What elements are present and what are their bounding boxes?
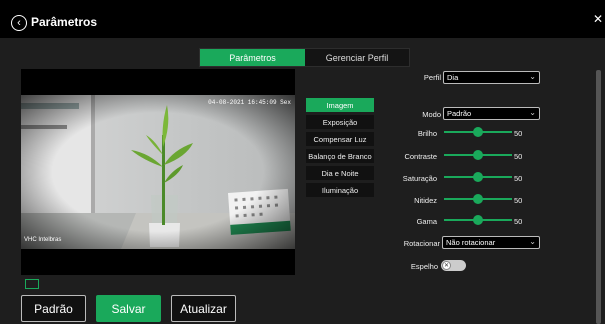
slider-knob[interactable] (473, 215, 483, 225)
perfil-select[interactable]: Dia ⌄ (443, 71, 540, 84)
submenu-compensar-luz[interactable]: Compensar Luz (306, 132, 374, 146)
submenu-dia-noite[interactable]: Dia e Noite (306, 166, 374, 180)
image-submenu: Imagem Exposição Compensar Luz Balanço d… (306, 98, 374, 200)
close-icon[interactable]: ✕ (593, 12, 603, 26)
nitidez-label: Nitidez (414, 196, 437, 205)
modo-label: Modo (422, 110, 441, 119)
slider-knob[interactable] (473, 194, 483, 204)
saturacao-value: 50 (514, 174, 523, 183)
perfil-label: Perfil (423, 73, 441, 82)
gama-label: Gama (416, 217, 437, 226)
tab-parametros[interactable]: Parâmetros (200, 49, 305, 66)
video-preview: 04-08-2021 16:45:09 Sex VHC Intelbras (21, 69, 295, 275)
camera-scene (21, 95, 295, 249)
default-button[interactable]: Padrão (21, 295, 86, 322)
settings-window: ‹ Parâmetros ✕ Parâmetros Gerenciar Perf… (0, 0, 605, 324)
refresh-button[interactable]: Atualizar (171, 295, 236, 322)
modo-value: Padrão (447, 109, 472, 118)
chevron-down-icon: ⌄ (529, 237, 536, 246)
save-button[interactable]: Salvar (96, 295, 161, 322)
submenu-exposicao[interactable]: Exposição (306, 115, 374, 129)
osd-timestamp: 04-08-2021 16:45:09 Sex (208, 99, 291, 106)
tab-gerenciar-perfil[interactable]: Gerenciar Perfil (305, 49, 409, 66)
contraste-value: 50 (514, 152, 523, 161)
tab-bar: Parâmetros Gerenciar Perfil (199, 48, 410, 67)
slider-knob[interactable] (473, 172, 483, 182)
espelho-toggle[interactable]: ✕ (441, 260, 466, 271)
chevron-down-icon: ⌄ (529, 72, 536, 81)
modo-select[interactable]: Padrão ⌄ (443, 107, 540, 120)
osd-channel-name: VHC Intelbras (24, 237, 62, 243)
saturacao-label: Saturação (402, 174, 437, 183)
fullscreen-icon[interactable] (25, 279, 39, 289)
gama-slider[interactable] (444, 215, 512, 225)
header-bar: ‹ Parâmetros ✕ (0, 0, 605, 38)
slider-knob[interactable] (473, 127, 483, 137)
scrollbar[interactable] (596, 70, 601, 324)
perfil-value: Dia (447, 73, 459, 82)
brilho-value: 50 (514, 129, 523, 138)
submenu-iluminacao[interactable]: Iluminação (306, 183, 374, 197)
rotacionar-label: Rotacionar (403, 239, 440, 248)
espelho-label: Espelho (410, 262, 438, 271)
page-title: Parâmetros (31, 15, 98, 29)
brilho-label: Brilho (417, 129, 437, 138)
brilho-slider[interactable] (444, 127, 512, 137)
toggle-off-icon: ✕ (442, 261, 451, 270)
rotacionar-value: Não rotacionar (446, 238, 496, 247)
submenu-balanco-branco[interactable]: Balanço de Branco (306, 149, 374, 163)
chevron-left-icon[interactable]: ‹ (11, 15, 27, 31)
rotacionar-select[interactable]: Não rotacionar ⌄ (442, 236, 540, 249)
submenu-imagem[interactable]: Imagem (306, 98, 374, 112)
nitidez-value: 50 (514, 196, 523, 205)
contraste-label: Contraste (404, 152, 437, 161)
camera-image: 04-08-2021 16:45:09 Sex VHC Intelbras (21, 95, 295, 249)
contraste-slider[interactable] (444, 150, 512, 160)
slider-knob[interactable] (473, 150, 483, 160)
gama-value: 50 (514, 217, 523, 226)
chevron-down-icon: ⌄ (529, 108, 536, 117)
nitidez-slider[interactable] (444, 194, 512, 204)
saturacao-slider[interactable] (444, 172, 512, 182)
